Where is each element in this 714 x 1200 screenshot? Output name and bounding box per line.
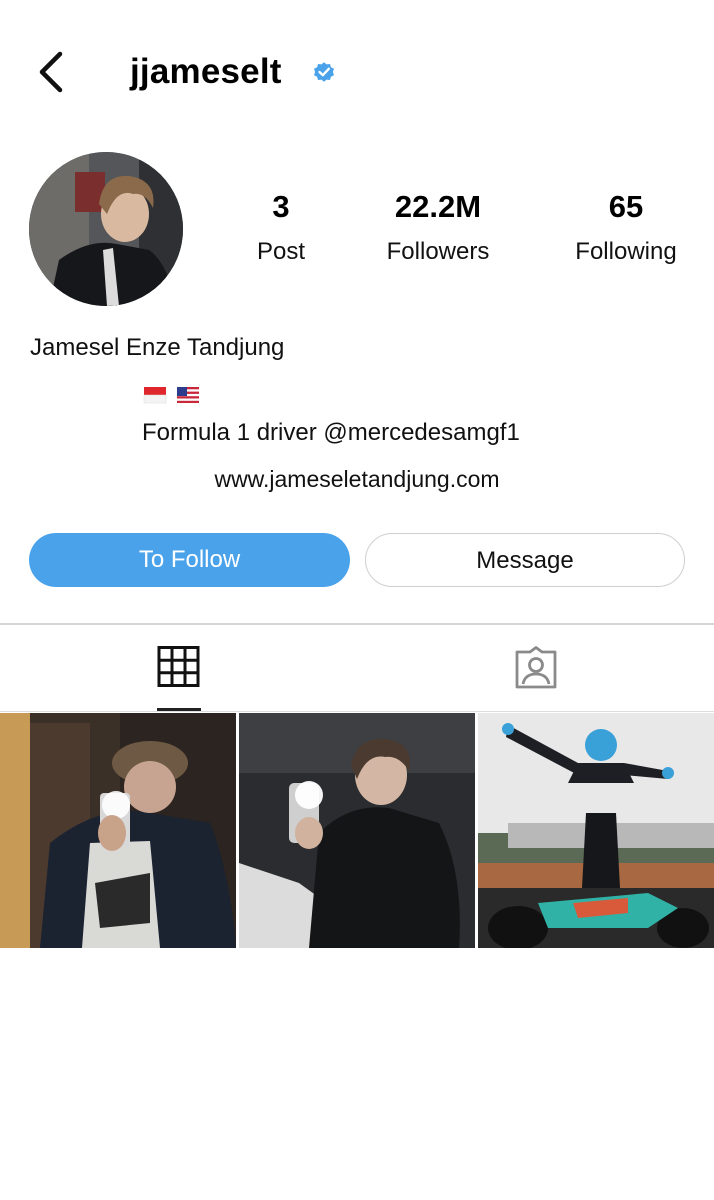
bio-flags: [143, 384, 203, 406]
post-thumbnail[interactable]: [478, 713, 714, 948]
grid-icon: [157, 646, 200, 687]
tabs-divider: [0, 711, 714, 712]
tab-tagged[interactable]: [357, 626, 714, 710]
verified-badge-icon: [312, 60, 336, 84]
stat-posts-value: 3: [272, 189, 290, 224]
back-button[interactable]: [28, 46, 78, 98]
photo-mirror-selfie-jacket: [239, 713, 475, 948]
tagged-person-icon: [515, 646, 557, 689]
stat-followers-value: 22.2M: [394, 189, 482, 224]
follow-button[interactable]: To Follow: [29, 533, 350, 587]
stat-followers-label: Followers: [386, 238, 490, 265]
stat-following[interactable]: 65 Following: [551, 186, 701, 268]
indonesia-flag-icon: [143, 387, 167, 404]
profile-avatar[interactable]: [29, 152, 183, 306]
post-thumbnail[interactable]: [0, 713, 236, 948]
message-button[interactable]: Message: [365, 533, 685, 587]
profile-username: jjameselt: [130, 52, 282, 91]
photo-driver-on-car: [478, 713, 714, 948]
photo-mirror-selfie-cap: [0, 713, 236, 948]
chevron-left-icon: [39, 51, 63, 93]
stat-posts[interactable]: 3 Post: [206, 186, 356, 268]
stat-posts-label: Post: [256, 238, 306, 265]
profile-website-link[interactable]: www.jameseletandjung.com: [0, 463, 714, 495]
tab-posts-grid[interactable]: [0, 626, 357, 710]
post-thumbnail[interactable]: [239, 713, 475, 948]
section-divider: [0, 623, 714, 625]
profile-bio: Formula 1 driver @mercedesamgf1: [142, 419, 520, 446]
stat-following-label: Following: [575, 238, 677, 265]
stat-following-value: 65: [608, 189, 644, 224]
usa-flag-icon: [177, 387, 199, 403]
stat-followers[interactable]: 22.2M Followers: [363, 186, 513, 268]
profile-full-name: Jamesel Enze Tandjung: [30, 334, 285, 361]
